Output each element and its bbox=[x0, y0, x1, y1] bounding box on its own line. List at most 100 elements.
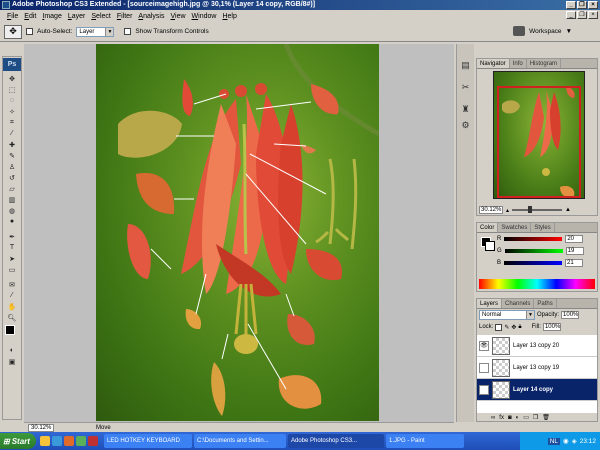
tab-styles[interactable]: Styles bbox=[531, 223, 555, 232]
close-button[interactable]: × bbox=[588, 1, 598, 9]
type-tool-icon[interactable]: T bbox=[3, 242, 21, 253]
menu-file[interactable]: File bbox=[4, 13, 21, 20]
color-spectrum-ramp[interactable] bbox=[479, 279, 595, 289]
hand-tool-icon[interactable]: ✋ bbox=[3, 301, 21, 312]
channel-r-value[interactable]: 20 bbox=[565, 235, 584, 243]
tab-channels[interactable]: Channels bbox=[502, 299, 535, 308]
tab-layers[interactable]: Layers bbox=[477, 299, 503, 308]
navigator-zoom-field[interactable]: 30.12% bbox=[479, 206, 503, 214]
navigator-view-box[interactable] bbox=[497, 86, 581, 198]
doc-minimize-button[interactable]: _ bbox=[566, 11, 576, 19]
task-documents[interactable]: C:\Documents and Settin... bbox=[194, 434, 286, 448]
eye-icon[interactable]: 👁︎ bbox=[479, 340, 489, 351]
show-transform-checkbox[interactable] bbox=[124, 28, 132, 35]
layer-style-icon[interactable]: fx bbox=[499, 415, 504, 421]
layer-row[interactable]: 👁︎ Layer 13 copy 20 bbox=[477, 335, 597, 357]
status-zoom-field[interactable]: 30.12% bbox=[28, 423, 54, 432]
layer-mask-icon[interactable]: ◙ bbox=[508, 415, 512, 421]
menu-analysis[interactable]: Analysis bbox=[135, 13, 167, 20]
marquee-tool-icon[interactable]: ⬚ bbox=[3, 84, 21, 95]
doc-restore-button[interactable]: ❐ bbox=[577, 11, 587, 19]
quick-launch-icon[interactable] bbox=[64, 436, 74, 446]
screen-mode-icon[interactable]: ▣ bbox=[3, 356, 21, 367]
channel-r-slider[interactable] bbox=[504, 237, 563, 241]
channel-g-value[interactable]: 19 bbox=[565, 247, 584, 255]
channel-b-value[interactable]: 21 bbox=[565, 259, 584, 267]
dodge-tool-icon[interactable]: ● bbox=[3, 216, 21, 227]
eyedropper-sample-tool-icon[interactable]: ⁄ bbox=[3, 290, 21, 301]
menu-help[interactable]: Help bbox=[219, 13, 239, 20]
gradient-tool-icon[interactable]: ▥ bbox=[3, 194, 21, 205]
lasso-tool-icon[interactable]: ◌ bbox=[3, 95, 21, 106]
brush-tool-icon[interactable]: ✎ bbox=[3, 150, 21, 161]
lock-image-icon[interactable]: ✎ bbox=[504, 324, 509, 331]
shape-tool-icon[interactable]: ▭ bbox=[3, 264, 21, 275]
history-brush-tool-icon[interactable]: ↺ bbox=[3, 172, 21, 183]
blend-mode-dropdown[interactable]: Normal ▼ bbox=[479, 310, 535, 320]
eye-icon[interactable] bbox=[479, 362, 489, 373]
tab-paths[interactable]: Paths bbox=[534, 299, 557, 308]
eraser-tool-icon[interactable]: ▱ bbox=[3, 183, 21, 194]
menu-filter[interactable]: Filter bbox=[114, 13, 136, 20]
menu-image[interactable]: Image bbox=[39, 13, 64, 20]
menu-window[interactable]: Window bbox=[189, 13, 220, 20]
start-button[interactable]: ⊞ Start bbox=[0, 433, 36, 449]
task-paint[interactable]: 1.JPG - Paint bbox=[386, 434, 464, 448]
path-selection-tool-icon[interactable]: ➤ bbox=[3, 253, 21, 264]
restore-button[interactable]: ❐ bbox=[577, 1, 587, 9]
task-photoshop[interactable]: Adobe Photoshop CS3... bbox=[288, 434, 384, 448]
move-tool-preset-picker[interactable]: ✥ bbox=[4, 24, 22, 39]
tray-icon[interactable]: ◈ bbox=[572, 437, 577, 445]
workspace-menu[interactable]: Workspace ▼ bbox=[513, 26, 572, 36]
menu-layer[interactable]: Layer bbox=[65, 13, 89, 20]
delete-layer-icon[interactable]: 🗑︎ bbox=[542, 414, 550, 421]
menu-edit[interactable]: Edit bbox=[21, 13, 39, 20]
quick-mask-icon[interactable]: ◐ bbox=[3, 345, 21, 356]
opacity-field[interactable]: 100% bbox=[561, 311, 580, 319]
navigator-thumbnail[interactable] bbox=[493, 71, 585, 199]
layer-row-active[interactable]: 👁︎ Layer 14 copy bbox=[477, 379, 597, 401]
color-swatches[interactable] bbox=[3, 323, 21, 345]
quick-launch-icon[interactable] bbox=[88, 436, 98, 446]
pen-tool-icon[interactable]: ✒ bbox=[3, 231, 21, 242]
healing-brush-tool-icon[interactable]: ✚ bbox=[3, 139, 21, 150]
auto-select-checkbox[interactable] bbox=[26, 28, 33, 35]
foreground-color-swatch[interactable] bbox=[5, 325, 15, 335]
auto-select-dropdown[interactable]: Layer ▼ bbox=[76, 26, 115, 37]
channel-g-slider[interactable] bbox=[504, 249, 563, 253]
move-tool-icon[interactable]: ✥ bbox=[3, 73, 21, 84]
fill-field[interactable]: 100% bbox=[542, 323, 561, 331]
quick-launch-icon[interactable] bbox=[40, 436, 50, 446]
new-group-icon[interactable]: ▭ bbox=[523, 414, 529, 421]
zoom-in-icon[interactable]: ▲ bbox=[565, 207, 571, 213]
tab-color[interactable]: Color bbox=[477, 223, 499, 232]
task-led-hotkey[interactable]: LED HOTKEY KEYBOARD bbox=[104, 434, 192, 448]
lock-all-icon[interactable]: 🔒︎ bbox=[518, 324, 521, 331]
minimize-button[interactable]: _ bbox=[566, 1, 576, 9]
new-layer-icon[interactable]: ❐ bbox=[533, 414, 538, 421]
panel-background-swatch[interactable] bbox=[485, 241, 495, 251]
zoom-out-icon[interactable]: ▴ bbox=[506, 207, 509, 214]
language-indicator[interactable]: NL bbox=[547, 437, 561, 445]
crop-tool-icon[interactable]: ⌗ bbox=[3, 117, 21, 128]
document-image[interactable] bbox=[96, 44, 379, 421]
tray-icon[interactable]: ◉ bbox=[563, 437, 569, 445]
layer-row[interactable]: Layer 13 copy 19 bbox=[477, 357, 597, 379]
magic-wand-tool-icon[interactable]: ✧ bbox=[3, 106, 21, 117]
link-layers-icon[interactable]: ∞ bbox=[491, 415, 495, 421]
tab-navigator[interactable]: Navigator bbox=[477, 59, 510, 68]
quick-launch-icon[interactable] bbox=[52, 436, 62, 446]
quick-launch-icon[interactable] bbox=[76, 436, 86, 446]
clone-stamp-tool-icon[interactable]: ♙ bbox=[3, 161, 21, 172]
tool-presets-icon[interactable]: ▤ bbox=[459, 58, 473, 72]
navigator-zoom-slider[interactable] bbox=[512, 206, 563, 213]
menu-select[interactable]: Select bbox=[88, 13, 113, 20]
eyedropper-tool-icon[interactable]: ⁄ bbox=[3, 128, 21, 139]
tab-info[interactable]: Info bbox=[510, 59, 527, 68]
zoom-tool-icon[interactable]: 🔍︎ bbox=[3, 312, 21, 323]
blur-tool-icon[interactable]: ◍ bbox=[3, 205, 21, 216]
eye-icon[interactable]: 👁︎ bbox=[479, 384, 489, 395]
adjustment-layer-icon[interactable]: ◐ bbox=[516, 415, 520, 421]
lock-transparency-icon[interactable] bbox=[495, 323, 503, 331]
tab-histogram[interactable]: Histogram bbox=[527, 59, 562, 68]
